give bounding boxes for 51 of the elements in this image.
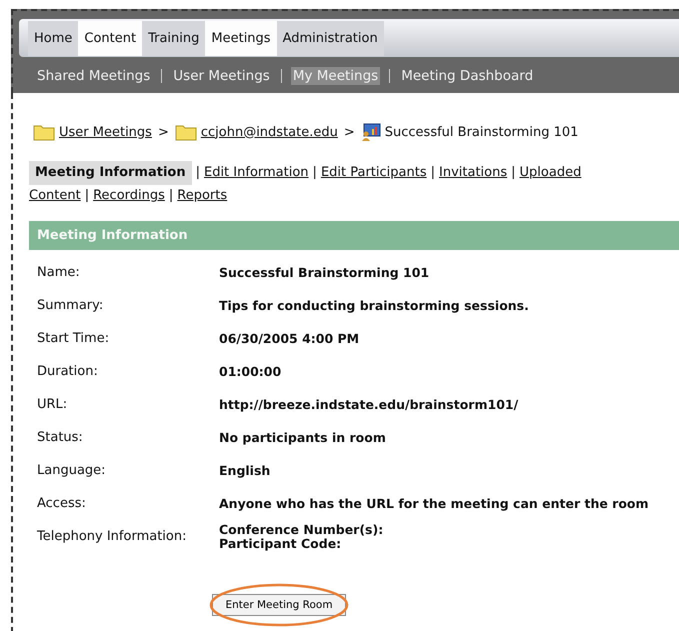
page-tab[interactable]: Recordings	[93, 185, 165, 207]
field-value: Conference Number(s):	[219, 522, 384, 536]
tab-divider: |	[430, 164, 435, 182]
page-tab[interactable]: Reports	[177, 185, 228, 207]
page-tab[interactable]: Meeting Information	[29, 161, 192, 185]
tab-divider: |	[168, 187, 174, 205]
field-label: Start Time:	[37, 331, 110, 346]
nav-tab[interactable]: Administration	[276, 20, 384, 56]
field-label: Access:	[37, 496, 87, 511]
field-label: Telephony Information:	[37, 529, 188, 544]
tab-divider: |	[84, 187, 90, 205]
field-value: Successful Brainstorming 101	[219, 266, 430, 280]
folder-icon	[33, 123, 55, 141]
nav-tab[interactable]: Home	[28, 20, 78, 56]
breadcrumb-link[interactable]: User Meetings	[59, 124, 152, 140]
field-label: Duration:	[37, 364, 99, 379]
field-label: Summary:	[37, 298, 104, 313]
breadcrumb-separator: >	[344, 124, 355, 140]
field-value: English	[219, 464, 270, 478]
nav-tab[interactable]: Training	[142, 20, 206, 56]
enter-meeting-room-button[interactable]: Enter Meeting Room	[212, 594, 346, 616]
subnav-link[interactable]: Meeting Dashboard	[399, 67, 536, 85]
field-value: 06/30/2005 4:00 PM	[219, 332, 360, 346]
subnav-link[interactable]: Shared Meetings	[35, 67, 152, 85]
page-tab[interactable]: Edit Information	[204, 162, 309, 184]
field-value: 01:00:00	[219, 364, 282, 378]
field-value: http://breeze.indstate.edu/brainstorm101/	[219, 398, 518, 412]
field-label: Status:	[37, 430, 84, 445]
panel-header: Meeting Information	[29, 221, 679, 250]
nav-tab[interactable]: Meetings	[205, 20, 277, 56]
tab-divider: |	[511, 164, 516, 182]
breadcrumb-current: Successful Brainstorming 101	[384, 124, 578, 140]
folder-icon	[174, 123, 197, 141]
field-value: Anyone who has the URL for the meeting can enter the room	[219, 496, 649, 510]
presentation-icon	[360, 123, 381, 141]
breadcrumb-link[interactable]: ccjohn@indstate.edu	[200, 124, 338, 140]
field-label: Name:	[37, 265, 81, 280]
page-tab[interactable]: Invitations	[439, 162, 508, 184]
breadcrumb-separator: >	[158, 124, 169, 140]
page-tab[interactable]: Edit Participants	[320, 162, 427, 184]
page-tab[interactable]: Uploaded	[520, 162, 582, 184]
field-label: Language:	[37, 463, 107, 478]
nav-tab[interactable]: Content	[78, 20, 142, 56]
field-value: Tips for conducting brainstorming sessions.	[219, 298, 529, 312]
page-tab[interactable]: Content	[29, 185, 81, 207]
subnav-link[interactable]: User Meetings	[171, 67, 272, 85]
field-value: Participant Code:	[219, 536, 342, 550]
tab-divider: |	[196, 164, 200, 182]
tab-divider: |	[312, 164, 317, 182]
field-value: No participants in room	[219, 430, 386, 444]
field-label: URL:	[37, 397, 68, 412]
